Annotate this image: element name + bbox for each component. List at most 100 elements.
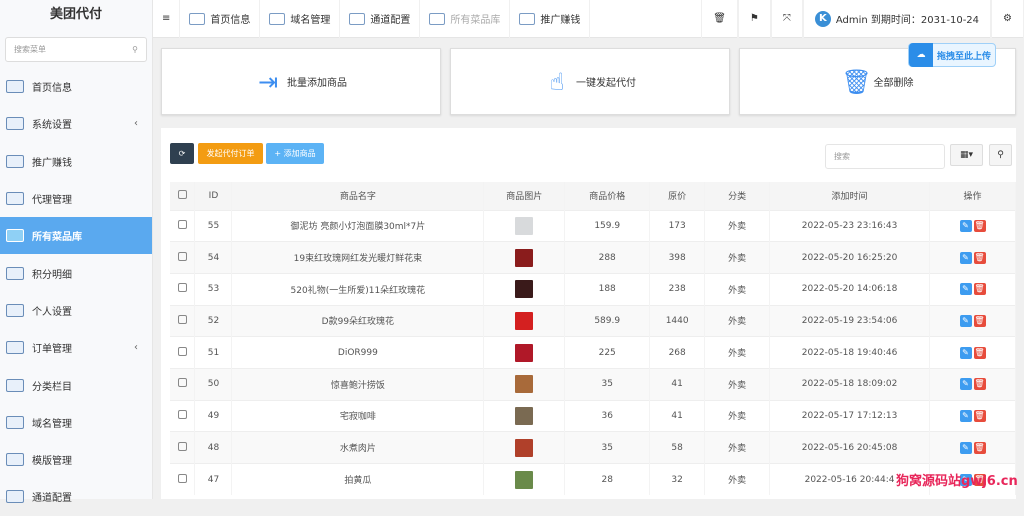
table-search-input[interactable]: 搜索 <box>825 144 945 169</box>
hand-pointer-icon: ☝ <box>549 67 565 96</box>
settings-button[interactable]: ⚙ <box>991 0 1024 38</box>
batch-add-card[interactable]: ⇥ 批量添加商品 <box>161 48 441 115</box>
tab-icon <box>269 12 286 25</box>
edit-button[interactable]: ✎ <box>959 219 972 232</box>
user-menu[interactable]: K Admin 到期时间：2031-10-24 <box>802 0 992 38</box>
row-checkbox[interactable] <box>177 409 187 419</box>
hamburger-icon: ≡ <box>162 13 171 24</box>
trash-icon: 🗑 <box>713 13 726 24</box>
delete-button[interactable]: 🗑 <box>973 346 986 359</box>
delete-button[interactable]: 🗑 <box>973 219 986 232</box>
import-icon: ⇥ <box>257 67 279 96</box>
chevron-left-icon: ‹ <box>134 342 138 354</box>
menu-item-icon <box>6 490 24 504</box>
column-header[interactable]: 添加时间 <box>769 182 930 210</box>
sidebar-item[interactable]: 通道配置 <box>0 478 152 515</box>
menu-search-input[interactable]: 搜索菜单 ⚲ <box>5 37 147 62</box>
tab-icon <box>189 12 206 25</box>
table-row: 53 520礼物(一生所爱)11朵红玫瑰花 188 238 外卖 2022-05… <box>170 272 1016 306</box>
column-header[interactable]: 商品价格 <box>564 182 651 210</box>
row-checkbox[interactable] <box>177 219 187 229</box>
row-checkbox[interactable] <box>177 441 187 451</box>
row-checkbox[interactable] <box>177 251 187 261</box>
cloud-icon: ☁ <box>909 43 933 67</box>
create-order-button[interactable]: 发起代付订单 <box>198 143 263 164</box>
tab-icon <box>519 12 536 25</box>
nav-tab[interactable]: 所有菜品库 <box>420 0 511 38</box>
menu-toggle-button[interactable]: ≡ <box>153 0 181 38</box>
sidebar-item[interactable]: 模版管理 <box>0 441 152 478</box>
sidebar-item[interactable]: 系统设置 ‹ <box>0 105 152 142</box>
sidebar-item[interactable]: 个人设置 <box>0 292 152 329</box>
fullscreen-button[interactable]: ⤧ <box>770 0 803 38</box>
row-checkbox[interactable] <box>177 314 187 324</box>
row-checkbox[interactable] <box>177 346 187 356</box>
sidebar-item[interactable]: 订单管理 ‹ <box>0 329 152 366</box>
trash-icon: 🗑 <box>841 67 872 96</box>
edit-button[interactable]: ✎ <box>959 409 972 422</box>
row-checkbox[interactable] <box>177 473 187 483</box>
row-checkbox[interactable] <box>177 378 187 388</box>
delete-button[interactable]: 🗑 <box>973 283 986 296</box>
edit-button[interactable]: ✎ <box>959 314 972 327</box>
table-row: 47 拍黄瓜 28 32 外卖 2022-05-16 20:44:4 ✎ 🗑 <box>170 463 1016 496</box>
column-header[interactable]: 分类 <box>704 182 771 210</box>
menu-item-icon <box>6 378 24 392</box>
column-header[interactable]: ID <box>194 182 233 210</box>
top-navbar: ≡ 首页信息 域名管理 通道配置 所有菜品库 推广赚钱 🗑 ⚑ ⤧ K Admin 到期时… <box>153 0 1024 38</box>
delete-button[interactable]: 🗑 <box>973 441 986 454</box>
column-header[interactable]: 原价 <box>649 182 706 210</box>
edit-button[interactable]: ✎ <box>959 283 972 296</box>
nav-tab[interactable]: 推广赚钱 <box>510 0 591 38</box>
sidebar-item[interactable]: 推广赚钱 <box>0 143 152 180</box>
menu-item-icon <box>6 80 24 94</box>
menu-item-icon <box>6 453 24 467</box>
product-image[interactable] <box>515 343 534 362</box>
delete-button[interactable]: 🗑 <box>973 314 986 327</box>
drag-upload-button[interactable]: ☁ 拖拽至此上传 <box>908 43 996 67</box>
chevron-left-icon: ‹ <box>134 118 138 130</box>
add-product-button[interactable]: + 添加商品 <box>266 143 324 164</box>
search-icon: ⚲ <box>997 150 1004 160</box>
table-row: 51 DiOR999 225 268 外卖 2022-05-18 19:40:4… <box>170 336 1016 369</box>
sidebar-item[interactable]: 域名管理 <box>0 404 152 441</box>
product-image[interactable] <box>515 438 534 457</box>
edit-button[interactable]: ✎ <box>959 251 972 264</box>
product-image[interactable] <box>515 311 534 330</box>
sidebar-item[interactable]: 首页信息 <box>0 68 152 105</box>
tab-icon <box>349 12 366 25</box>
nav-tab[interactable]: 通道配置 <box>340 0 421 38</box>
product-image[interactable] <box>515 470 534 489</box>
sidebar-item[interactable]: 代理管理 <box>0 180 152 217</box>
select-all-checkbox[interactable] <box>177 189 187 199</box>
menu-item-icon <box>6 341 24 355</box>
delete-button[interactable]: 🗑 <box>973 251 986 264</box>
language-button[interactable]: ⚑ <box>737 0 771 38</box>
sidebar-item[interactable]: 分类栏目 <box>0 366 152 403</box>
product-image[interactable] <box>515 216 534 235</box>
delete-button[interactable]: 🗑 <box>973 409 986 422</box>
sidebar-item[interactable]: 积分明细 <box>0 254 152 291</box>
product-image[interactable] <box>515 375 534 394</box>
clear-cache-button[interactable]: 🗑 <box>701 0 738 38</box>
search-button[interactable]: ⚲ <box>989 144 1012 166</box>
row-checkbox[interactable] <box>177 283 187 293</box>
delete-button[interactable]: 🗑 <box>973 378 986 391</box>
column-header[interactable]: 操作 <box>929 182 1016 210</box>
edit-button[interactable]: ✎ <box>959 346 972 359</box>
nav-tab[interactable]: 首页信息 <box>180 0 261 38</box>
nav-tab[interactable]: 域名管理 <box>260 0 341 38</box>
one-click-pay-card[interactable]: ☝ 一键发起代付 <box>450 48 730 115</box>
column-header[interactable]: 商品名字 <box>231 182 485 210</box>
product-table-panel: ⟳ 发起代付订单 + 添加商品 搜索 ▦▾ ⚲ ID 商品名字 商品图片 商品价格 原价… <box>161 128 1016 499</box>
sidebar-item[interactable]: 所有菜品库 <box>0 217 152 255</box>
edit-button[interactable]: ✎ <box>959 441 972 454</box>
column-header[interactable]: 商品图片 <box>483 182 566 210</box>
menu-item-icon <box>6 303 24 317</box>
columns-toggle-button[interactable]: ▦▾ <box>950 144 983 166</box>
edit-button[interactable]: ✎ <box>959 378 972 391</box>
product-image[interactable] <box>515 248 534 267</box>
product-image[interactable] <box>515 280 534 299</box>
product-image[interactable] <box>515 406 534 425</box>
refresh-button[interactable]: ⟳ <box>170 143 194 164</box>
